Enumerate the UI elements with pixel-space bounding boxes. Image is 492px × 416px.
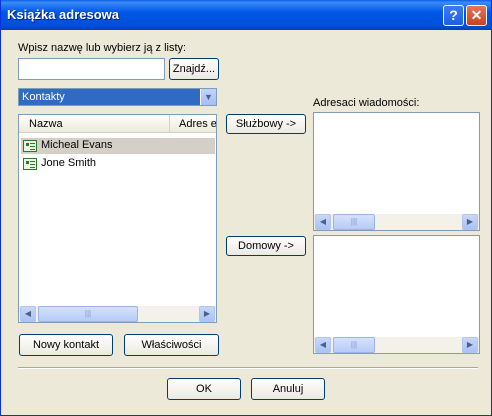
arrow-left-icon[interactable]: ◀ (315, 214, 331, 230)
contacts-list[interactable]: Nazwa Adres e Micheal Evans Jone Smith ◀… (18, 114, 217, 323)
window-title: Książka adresowa (7, 7, 120, 22)
help-icon: ? (449, 7, 458, 23)
scroll-thumb[interactable]: ||| (38, 306, 138, 322)
close-button[interactable]: ✕ (466, 5, 487, 26)
source-select[interactable]: Kontakty ▼ (18, 88, 217, 106)
horizontal-scrollbar[interactable]: ◀ ||| ▶ (314, 336, 479, 353)
search-label: Wpisz nazwę lub wybierz ją z listy: (18, 42, 187, 54)
arrow-right-icon[interactable]: ▶ (462, 214, 478, 230)
contact-card-icon (23, 158, 37, 170)
close-icon: ✕ (470, 7, 483, 23)
title-bar[interactable]: Książka adresowa ? ✕ (1, 0, 491, 30)
arrow-right-icon[interactable]: ▶ (462, 337, 478, 353)
properties-button[interactable]: Właściwości (124, 334, 219, 356)
find-button[interactable]: Znajdź... (169, 58, 219, 80)
horizontal-scrollbar[interactable]: ◀ ||| ▶ (314, 213, 479, 230)
help-button[interactable]: ? (443, 5, 464, 26)
contact-card-icon (23, 140, 37, 152)
column-header-name[interactable]: Nazwa (19, 115, 169, 133)
list-item[interactable]: Micheal Evans (21, 138, 215, 154)
column-header-email[interactable]: Adres e (169, 115, 216, 133)
contact-name: Jone Smith (41, 157, 97, 169)
chevron-down-icon[interactable]: ▼ (200, 89, 216, 105)
horizontal-scrollbar[interactable]: ◀ ||| ▶ (19, 305, 216, 322)
search-input[interactable] (18, 58, 165, 80)
arrow-left-icon[interactable]: ◀ (315, 337, 331, 353)
contact-name: Micheal Evans (41, 139, 113, 151)
address-book-dialog: Książka adresowa ? ✕ Wpisz nazwę lub wyb… (0, 0, 492, 416)
arrow-left-icon[interactable]: ◀ (20, 306, 36, 322)
business-recipient-button[interactable]: Służbowy -> (226, 114, 306, 134)
recipients-label: Adresaci wiadomości: (313, 97, 420, 109)
list-item[interactable]: Jone Smith (21, 156, 215, 172)
scroll-thumb[interactable]: ||| (333, 214, 375, 230)
home-recipient-button[interactable]: Domowy -> (226, 236, 306, 256)
ok-button[interactable]: OK (167, 378, 241, 400)
footer-divider (18, 367, 478, 369)
business-recipients-list[interactable]: ◀ ||| ▶ (313, 112, 480, 231)
arrow-right-icon[interactable]: ▶ (199, 306, 215, 322)
cancel-button[interactable]: Anuluj (251, 378, 325, 400)
scroll-thumb[interactable]: ||| (333, 337, 375, 353)
home-recipients-list[interactable]: ◀ ||| ▶ (313, 235, 480, 354)
new-contact-button[interactable]: Nowy kontakt (19, 334, 113, 356)
source-select-value: Kontakty (22, 91, 65, 103)
